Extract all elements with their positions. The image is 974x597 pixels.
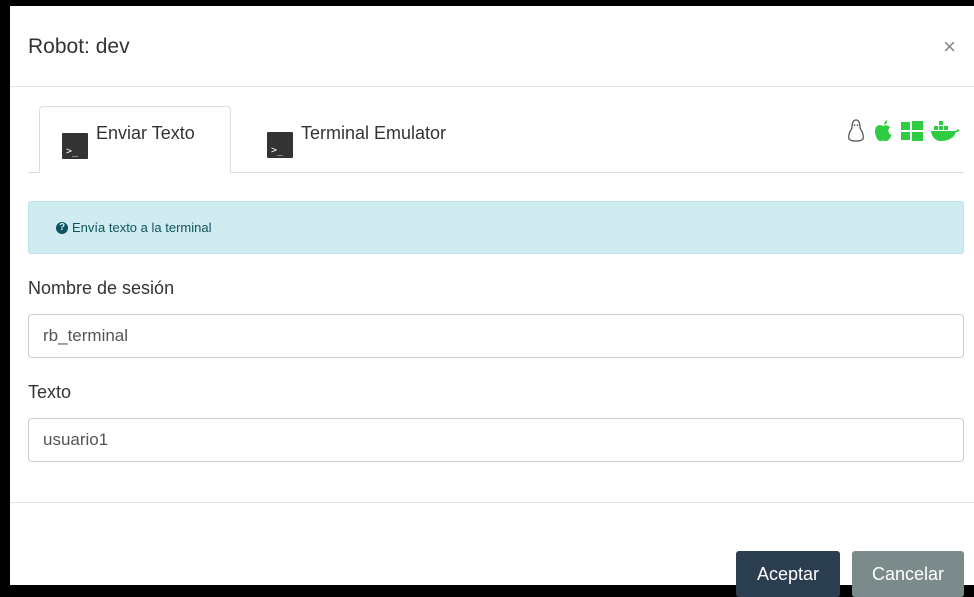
alert-text: Envía texto a la terminal (72, 220, 212, 235)
session-name-input[interactable] (28, 314, 964, 358)
terminal-icon: >_ (62, 132, 88, 159)
modal-title: Robot: dev (28, 35, 130, 58)
tab-terminal-emulator[interactable]: >_ Terminal Emulator (253, 106, 446, 172)
robot-modal: Robot: dev × >_ Enviar Texto >_ Terminal… (10, 6, 974, 597)
modal-footer: Aceptar Cancelar (10, 502, 974, 597)
linux-icon (846, 118, 866, 149)
close-icon[interactable]: × (943, 36, 956, 58)
tab-label: Enviar Texto (96, 123, 195, 143)
os-icons (846, 118, 960, 149)
text-label: Texto (28, 382, 72, 402)
modal-header: Robot: dev × (10, 6, 974, 87)
docker-icon (930, 119, 960, 148)
tab-label: Terminal Emulator (301, 122, 447, 143)
session-name-label: Nombre de sesión (28, 278, 175, 298)
terminal-icon: >_ (267, 132, 293, 158)
question-circle-icon: ? (56, 221, 68, 234)
tab-bar: >_ Enviar Texto >_ Terminal Emulator (28, 106, 964, 173)
tab-enviar-texto[interactable]: >_ Enviar Texto (39, 106, 231, 173)
cancel-button[interactable]: Cancelar (852, 551, 964, 597)
accept-button[interactable]: Aceptar (736, 551, 840, 597)
windows-icon (900, 120, 924, 147)
info-alert: ? Envía texto a la terminal (28, 201, 964, 254)
apple-icon (872, 119, 894, 148)
text-input[interactable] (28, 418, 964, 462)
